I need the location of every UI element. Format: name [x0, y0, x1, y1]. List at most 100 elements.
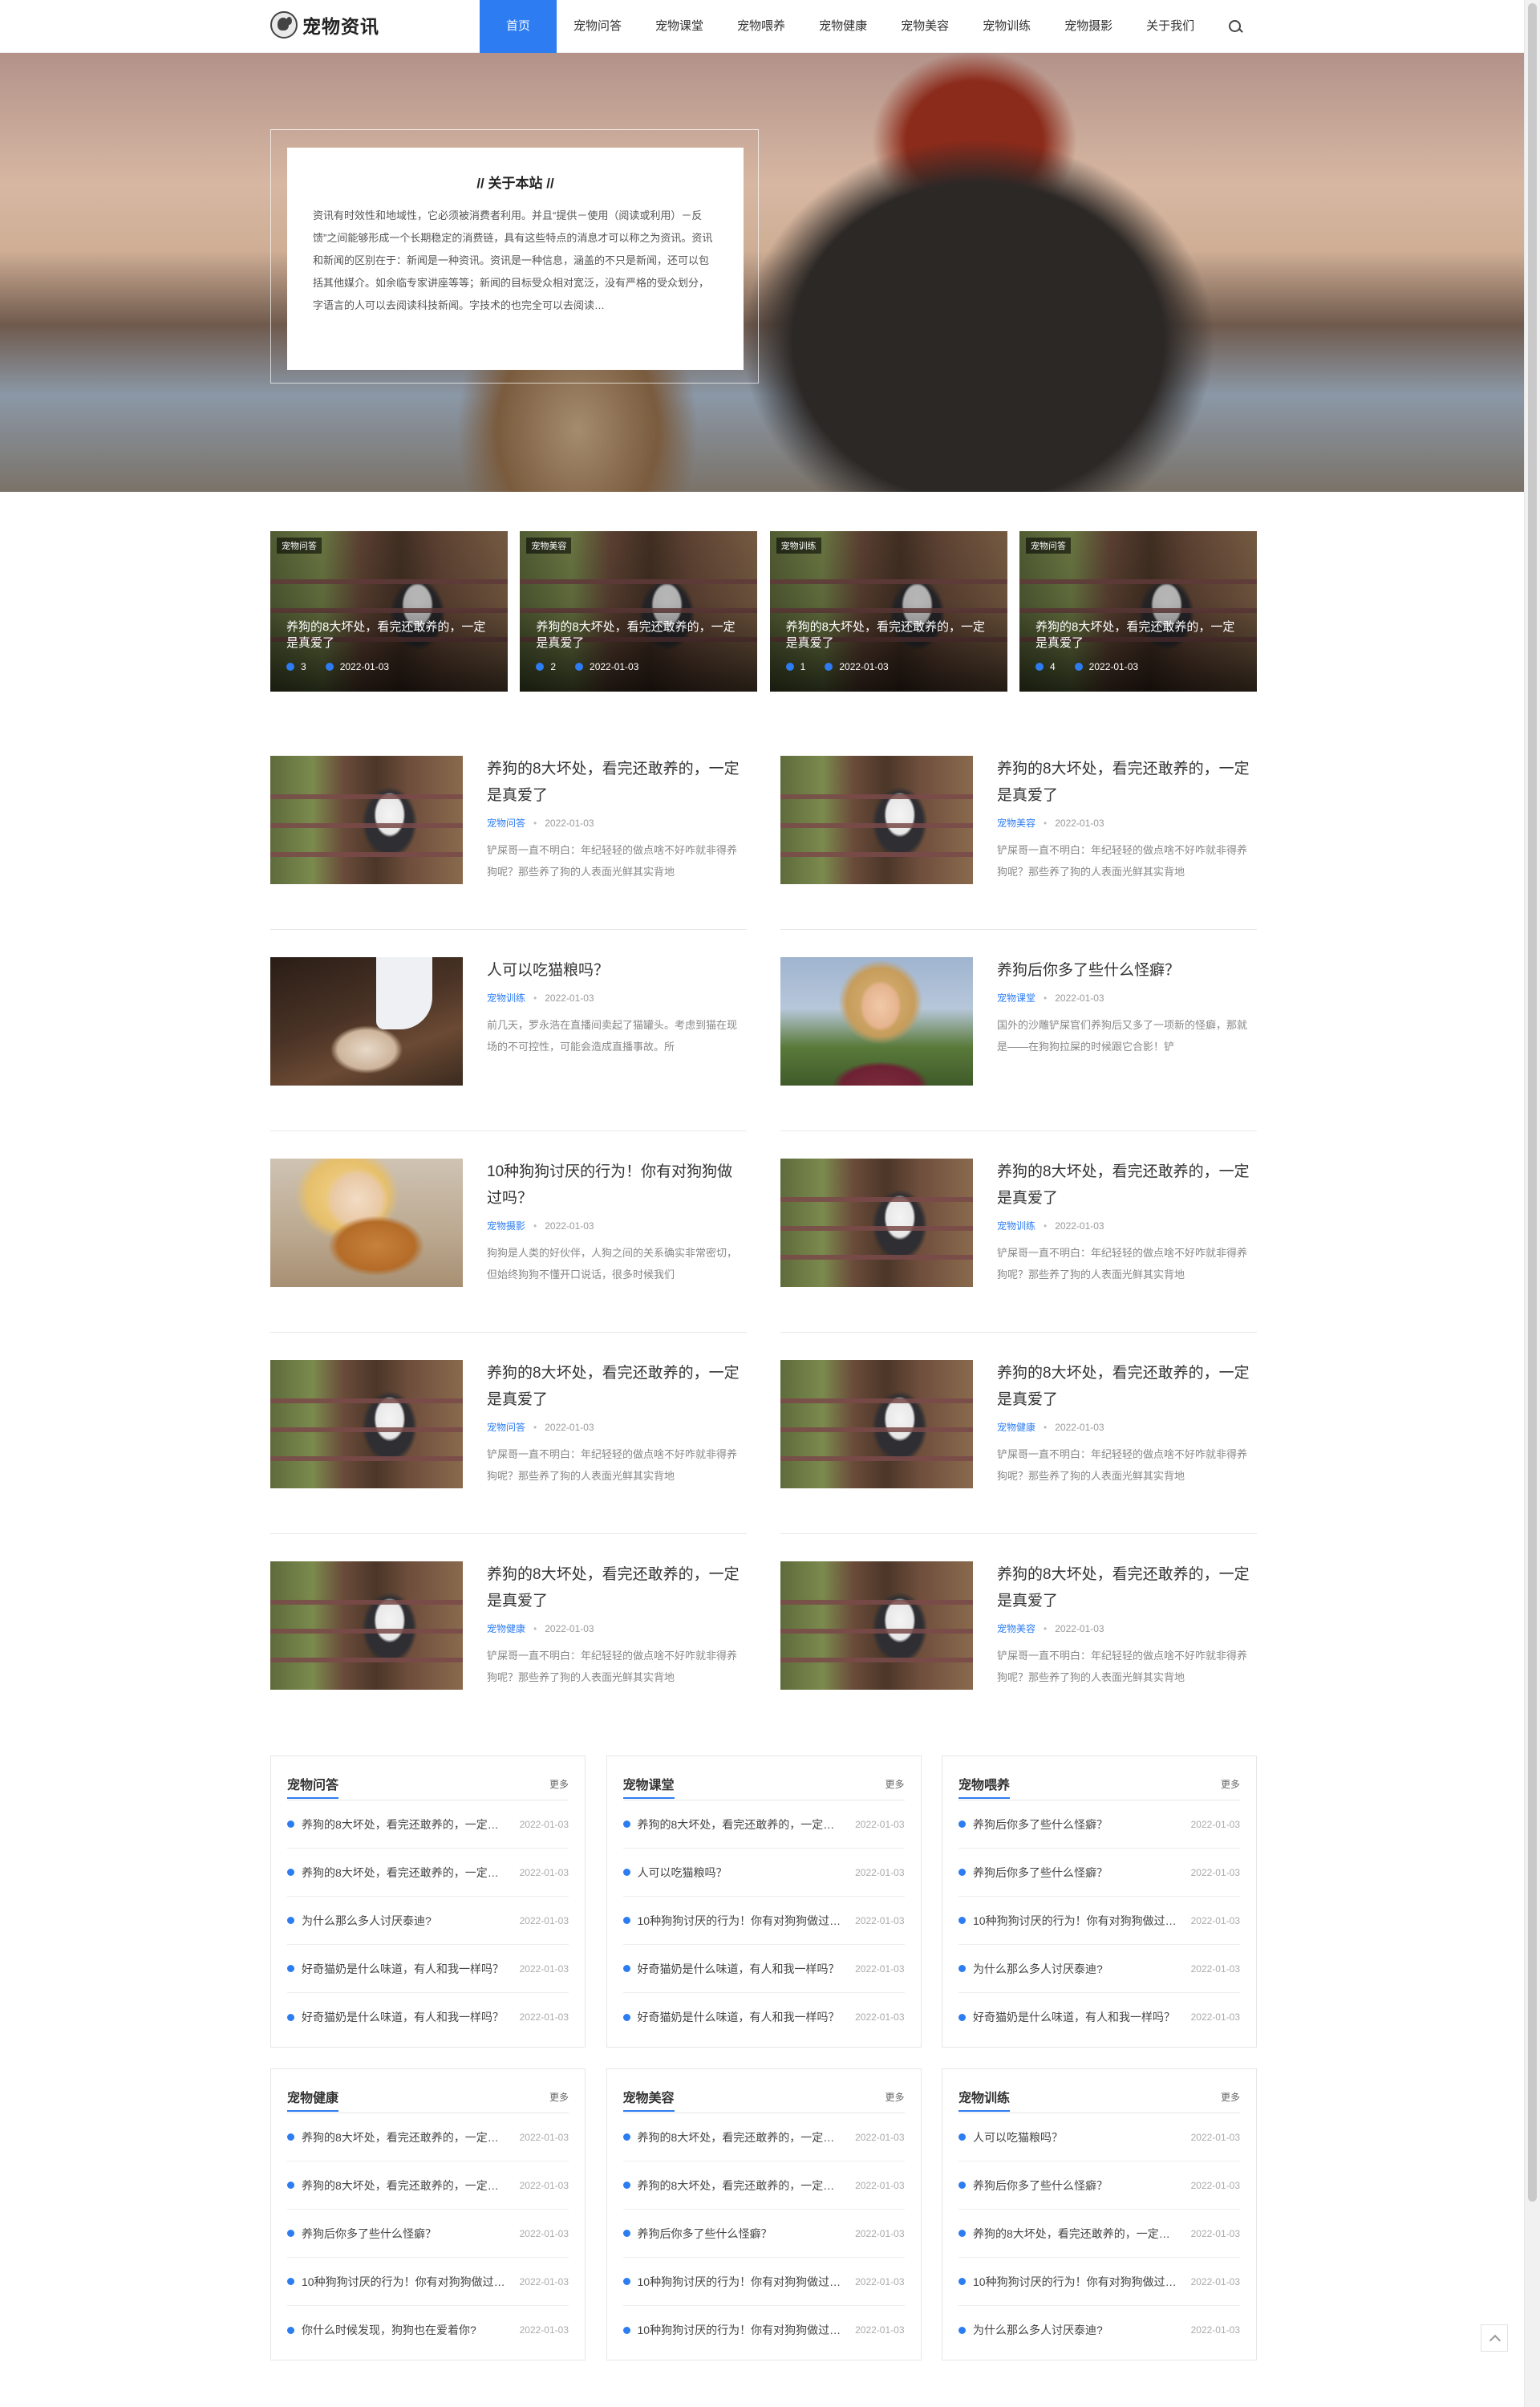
- panel-list-item[interactable]: 养狗的8大坏处，看完还敢养的，一定是真爱了 2022-01-03: [287, 1849, 569, 1897]
- featured-card[interactable]: 宠物美容 养狗的8大坏处，看完还敢养的，一定是真爱了 2 2022-01-03: [520, 531, 758, 692]
- panel-item-title[interactable]: 养狗的8大坏处，看完还敢养的，一定是真爱了: [973, 2226, 1191, 2242]
- panel-list-item[interactable]: 10种狗狗讨厌的行为！你有对狗狗做过吗？ 2022-01-03: [622, 1897, 905, 1945]
- panel-item-title[interactable]: 10种狗狗讨厌的行为！你有对狗狗做过吗？: [638, 2274, 856, 2290]
- nav-item-class[interactable]: 宠物课堂: [638, 0, 720, 53]
- panel-list-item[interactable]: 好奇猫奶是什么味道，有人和我一样吗？ 2022-01-03: [622, 1945, 905, 1993]
- article-thumbnail[interactable]: [270, 1360, 463, 1488]
- nav-item-photography[interactable]: 宠物摄影: [1048, 0, 1129, 53]
- article-thumbnail[interactable]: [780, 957, 973, 1086]
- panel-list-item[interactable]: 10种狗狗讨厌的行为！你有对狗狗做过吗？ 2022-01-03: [287, 2258, 569, 2306]
- scrollbar-thumb[interactable]: [1528, 3, 1537, 2202]
- card-title[interactable]: 养狗的8大坏处，看完还敢养的，一定是真爱了: [1035, 619, 1242, 651]
- card-tag[interactable]: 宠物问答: [277, 538, 322, 554]
- article-category[interactable]: 宠物问答: [487, 1420, 525, 1434]
- article-category[interactable]: 宠物训练: [487, 991, 525, 1005]
- panel-item-title[interactable]: 养狗的8大坏处，看完还敢养的，一定是真爱了: [638, 2129, 856, 2145]
- article-thumbnail[interactable]: [780, 1159, 973, 1287]
- panel-item-title[interactable]: 10种狗狗讨厌的行为！你有对狗狗做过吗？: [973, 1913, 1191, 1929]
- panel-item-title[interactable]: 养狗的8大坏处，看完还敢养的，一定是真爱了: [638, 2178, 856, 2194]
- panel-item-title[interactable]: 养狗的8大坏处，看完还敢养的，一定是真爱了: [302, 2129, 520, 2145]
- panel-item-title[interactable]: 养狗后你多了些什么怪癖？: [973, 1816, 1191, 1833]
- featured-card[interactable]: 宠物训练 养狗的8大坏处，看完还敢养的，一定是真爱了 1 2022-01-03: [769, 531, 1007, 692]
- article-title[interactable]: 养狗的8大坏处，看完还敢养的，一定是真爱了: [997, 1360, 1252, 1413]
- panel-item-title[interactable]: 养狗的8大坏处，看完还敢养的，一定是真爱了: [302, 2178, 520, 2194]
- panel-item-title[interactable]: 你什么时候发现，狗狗也在爱着你?: [302, 2322, 520, 2338]
- card-tag[interactable]: 宠物训练: [776, 538, 821, 554]
- site-logo[interactable]: 宠物资讯: [270, 11, 379, 39]
- panel-list-item[interactable]: 你什么时候发现，狗狗也在爱着你? 2022-01-03: [287, 2306, 569, 2354]
- nav-item-feeding[interactable]: 宠物喂养: [720, 0, 802, 53]
- card-tag[interactable]: 宠物美容: [526, 538, 572, 554]
- article-category[interactable]: 宠物课堂: [997, 991, 1035, 1005]
- featured-card[interactable]: 宠物问答 养狗的8大坏处，看完还敢养的，一定是真爱了 3 2022-01-03: [270, 531, 508, 692]
- panel-list-item[interactable]: 10种狗狗讨厌的行为！你有对狗狗做过吗？ 2022-01-03: [958, 2258, 1240, 2306]
- more-link[interactable]: 更多: [885, 2090, 904, 2104]
- panel-list-item[interactable]: 人可以吃猫粮吗？ 2022-01-03: [622, 1849, 905, 1897]
- back-to-top-icon[interactable]: [1481, 2324, 1508, 2352]
- panel-item-title[interactable]: 养狗后你多了些什么怪癖？: [638, 2226, 856, 2242]
- panel-item-title[interactable]: 养狗的8大坏处，看完还敢养的，一定是真爱了: [302, 1816, 520, 1833]
- panel-item-title[interactable]: 好奇猫奶是什么味道，有人和我一样吗？: [302, 1961, 520, 1977]
- article-category[interactable]: 宠物美容: [997, 816, 1035, 830]
- panel-item-title[interactable]: 人可以吃猫粮吗？: [638, 1865, 856, 1881]
- panel-list-item[interactable]: 养狗的8大坏处，看完还敢养的，一定是真爱了 2022-01-03: [287, 2161, 569, 2210]
- panel-list-item[interactable]: 为什么那么多人讨厌泰迪? 2022-01-03: [958, 2306, 1240, 2354]
- panel-title[interactable]: 宠物课堂: [622, 1774, 675, 1799]
- more-link[interactable]: 更多: [549, 1777, 569, 1791]
- panel-list-item[interactable]: 10种狗狗讨厌的行为！你有对狗狗做过吗？ 2022-01-03: [622, 2306, 905, 2354]
- article-category[interactable]: 宠物健康: [997, 1420, 1035, 1434]
- article-title[interactable]: 养狗的8大坏处，看完还敢养的，一定是真爱了: [487, 756, 742, 809]
- more-link[interactable]: 更多: [1221, 2090, 1240, 2104]
- panel-title[interactable]: 宠物美容: [622, 2087, 675, 2112]
- nav-item-home[interactable]: 首页: [480, 0, 557, 53]
- article-thumbnail[interactable]: [270, 1561, 463, 1690]
- panel-item-title[interactable]: 养狗的8大坏处，看完还敢养的，一定是真爱了: [638, 1816, 856, 1833]
- panel-list-item[interactable]: 养狗后你多了些什么怪癖？ 2022-01-03: [958, 1849, 1240, 1897]
- article-title[interactable]: 养狗的8大坏处，看完还敢养的，一定是真爱了: [487, 1561, 742, 1614]
- panel-list-item[interactable]: 好奇猫奶是什么味道，有人和我一样吗？ 2022-01-03: [287, 1945, 569, 1993]
- article-thumbnail[interactable]: [780, 1561, 973, 1690]
- panel-list-item[interactable]: 为什么那么多人讨厌泰迪? 2022-01-03: [958, 1945, 1240, 1993]
- panel-list-item[interactable]: 好奇猫奶是什么味道，有人和我一样吗？ 2022-01-03: [622, 1993, 905, 2041]
- panel-item-title[interactable]: 10种狗狗讨厌的行为！你有对狗狗做过吗？: [638, 1913, 856, 1929]
- article-title[interactable]: 养狗后你多了些什么怪癖？: [997, 957, 1252, 984]
- panel-item-title[interactable]: 为什么那么多人讨厌泰迪?: [302, 1913, 520, 1929]
- article-title[interactable]: 养狗的8大坏处，看完还敢养的，一定是真爱了: [997, 1561, 1252, 1614]
- more-link[interactable]: 更多: [1221, 1777, 1240, 1791]
- panel-list-item[interactable]: 10种狗狗讨厌的行为！你有对狗狗做过吗？ 2022-01-03: [958, 1897, 1240, 1945]
- panel-item-title[interactable]: 10种狗狗讨厌的行为！你有对狗狗做过吗？: [638, 2322, 856, 2338]
- card-title[interactable]: 养狗的8大坏处，看完还敢养的，一定是真爱了: [286, 619, 493, 651]
- card-tag[interactable]: 宠物问答: [1025, 538, 1071, 554]
- nav-item-about[interactable]: 关于我们: [1129, 0, 1211, 53]
- panel-item-title[interactable]: 为什么那么多人讨厌泰迪?: [973, 1961, 1191, 1977]
- article-category[interactable]: 宠物问答: [487, 816, 525, 830]
- search-icon[interactable]: [1211, 0, 1259, 53]
- nav-item-qa[interactable]: 宠物问答: [557, 0, 638, 53]
- card-title[interactable]: 养狗的8大坏处，看完还敢养的，一定是真爱了: [786, 619, 993, 651]
- panel-item-title[interactable]: 好奇猫奶是什么味道，有人和我一样吗？: [302, 2009, 520, 2025]
- nav-item-grooming[interactable]: 宠物美容: [884, 0, 966, 53]
- panel-list-item[interactable]: 养狗后你多了些什么怪癖？ 2022-01-03: [287, 2210, 569, 2258]
- nav-item-training[interactable]: 宠物训练: [966, 0, 1048, 53]
- more-link[interactable]: 更多: [885, 1777, 904, 1791]
- panel-item-title[interactable]: 10种狗狗讨厌的行为！你有对狗狗做过吗？: [302, 2274, 520, 2290]
- panel-list-item[interactable]: 好奇猫奶是什么味道，有人和我一样吗？ 2022-01-03: [287, 1993, 569, 2041]
- article-title[interactable]: 10种狗狗讨厌的行为！你有对狗狗做过吗？: [487, 1159, 742, 1212]
- panel-list-item[interactable]: 养狗的8大坏处，看完还敢养的，一定是真爱了 2022-01-03: [622, 2161, 905, 2210]
- panel-title[interactable]: 宠物喂养: [958, 1774, 1011, 1799]
- article-category[interactable]: 宠物健康: [487, 1622, 525, 1635]
- article-title[interactable]: 养狗的8大坏处，看完还敢养的，一定是真爱了: [487, 1360, 742, 1413]
- panel-item-title[interactable]: 为什么那么多人讨厌泰迪?: [973, 2322, 1191, 2338]
- article-thumbnail[interactable]: [270, 1159, 463, 1287]
- panel-list-item[interactable]: 好奇猫奶是什么味道，有人和我一样吗？ 2022-01-03: [958, 1993, 1240, 2041]
- panel-item-title[interactable]: 养狗的8大坏处，看完还敢养的，一定是真爱了: [302, 1865, 520, 1881]
- panel-item-title[interactable]: 好奇猫奶是什么味道，有人和我一样吗？: [638, 1961, 856, 1977]
- panel-title[interactable]: 宠物训练: [958, 2087, 1011, 2112]
- panel-list-item[interactable]: 养狗的8大坏处，看完还敢养的，一定是真爱了 2022-01-03: [287, 2113, 569, 2161]
- article-thumbnail[interactable]: [270, 957, 463, 1086]
- panel-list-item[interactable]: 养狗的8大坏处，看完还敢养的，一定是真爱了 2022-01-03: [287, 1800, 569, 1849]
- panel-list-item[interactable]: 为什么那么多人讨厌泰迪? 2022-01-03: [287, 1897, 569, 1945]
- article-category[interactable]: 宠物摄影: [487, 1219, 525, 1232]
- panel-list-item[interactable]: 人可以吃猫粮吗？ 2022-01-03: [958, 2113, 1240, 2161]
- panel-item-title[interactable]: 好奇猫奶是什么味道，有人和我一样吗？: [973, 2009, 1191, 2025]
